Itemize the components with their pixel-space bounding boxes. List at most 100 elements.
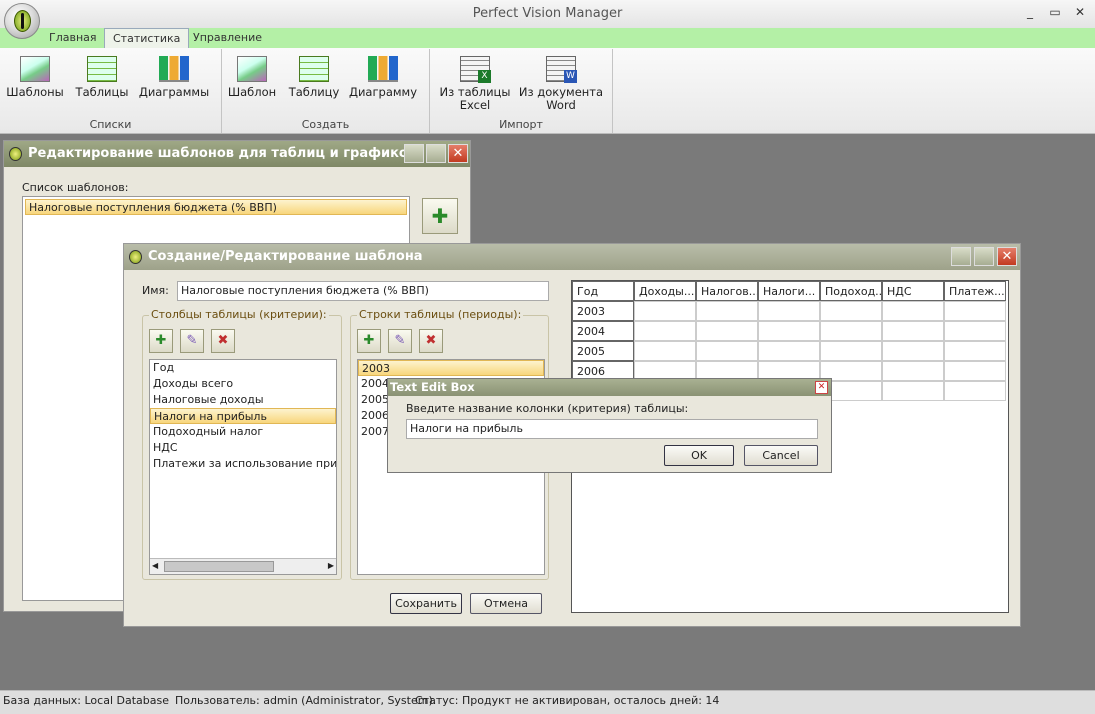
tab-management[interactable]: Управление bbox=[185, 28, 270, 48]
grid-row-header[interactable]: 2004 bbox=[572, 321, 634, 341]
grid-cell[interactable] bbox=[820, 301, 882, 321]
tab-statistics[interactable]: Статистика bbox=[104, 28, 190, 48]
name-label: Имя: bbox=[142, 284, 169, 297]
prompt-label: Введите название колонки (критерия) табл… bbox=[406, 402, 689, 415]
create-table-button[interactable]: Таблицу bbox=[285, 56, 343, 99]
columns-group: Столбцы таблицы (критерии): ✚ ✎ ✖ Год Дох… bbox=[142, 308, 342, 580]
bar-chart-icon bbox=[159, 56, 189, 82]
horizontal-scrollbar[interactable]: ◀ ▶ bbox=[150, 558, 336, 574]
word-icon bbox=[546, 56, 577, 83]
save-button[interactable]: Сохранить bbox=[390, 593, 462, 614]
columns-list[interactable]: Год Доходы всего Налоговые доходы Налоги на… bbox=[149, 359, 337, 575]
minimize-icon[interactable]: _ bbox=[1021, 4, 1039, 20]
close-icon[interactable]: ✕ bbox=[448, 144, 468, 163]
dialog-title: Создание/Редактирование шаблона bbox=[124, 244, 1020, 270]
excel-icon bbox=[460, 56, 491, 83]
close-icon[interactable]: ✕ bbox=[815, 381, 828, 394]
close-icon[interactable]: ✕ bbox=[997, 247, 1017, 266]
close-icon[interactable]: ✕ bbox=[1071, 4, 1089, 20]
list-item[interactable]: Платежи за использование природн bbox=[150, 456, 336, 472]
grid-cell[interactable] bbox=[758, 301, 820, 321]
grid-row-header[interactable]: 2005 bbox=[572, 341, 634, 361]
table-icon bbox=[87, 56, 117, 82]
delete-row-icon[interactable]: ✖ bbox=[419, 329, 443, 353]
list-item[interactable]: Год bbox=[150, 360, 336, 376]
grid-cell[interactable] bbox=[696, 321, 758, 341]
edit-row-icon[interactable]: ✎ bbox=[388, 329, 412, 353]
delete-column-icon[interactable]: ✖ bbox=[211, 329, 235, 353]
tab-home[interactable]: Главная bbox=[41, 28, 105, 48]
grid-header-cell[interactable]: Платеж... bbox=[944, 281, 1006, 301]
grid-cell[interactable] bbox=[634, 321, 696, 341]
create-diagram-button[interactable]: Диаграмму bbox=[348, 56, 418, 99]
add-column-icon[interactable]: ✚ bbox=[149, 329, 173, 353]
status-state: Статус: Продукт не активирован, осталось… bbox=[415, 694, 720, 707]
grid-header-cell[interactable]: Налоги... bbox=[758, 281, 820, 301]
grid-cell[interactable] bbox=[696, 301, 758, 321]
tables-button[interactable]: Таблицы bbox=[72, 56, 132, 99]
list-item[interactable]: НДС bbox=[150, 440, 336, 456]
grid-header-cell[interactable]: Налогов... bbox=[696, 281, 758, 301]
grid-cell[interactable] bbox=[882, 361, 944, 381]
grid-cell[interactable] bbox=[820, 321, 882, 341]
import-excel-button[interactable]: Из таблицы Excel bbox=[435, 56, 515, 112]
columns-legend: Столбцы таблицы (критерии): bbox=[149, 308, 329, 321]
scroll-right-icon[interactable]: ▶ bbox=[328, 561, 334, 570]
text-edit-box: Text Edit Box ✕ Введите название колонки… bbox=[387, 378, 832, 473]
grid-cell[interactable] bbox=[882, 341, 944, 361]
grid-cell[interactable] bbox=[696, 341, 758, 361]
list-item[interactable]: Налоговые доходы bbox=[150, 392, 336, 408]
add-template-icon[interactable]: ✚ bbox=[422, 198, 458, 234]
diagrams-button[interactable]: Диаграммы bbox=[138, 56, 210, 99]
grid-header-cell[interactable]: НДС bbox=[882, 281, 944, 301]
list-item[interactable]: Налоговые поступления бюджета (% ВВП) bbox=[25, 199, 407, 215]
list-item[interactable]: Доходы всего bbox=[150, 376, 336, 392]
grid-cell[interactable] bbox=[758, 321, 820, 341]
grid-cell[interactable] bbox=[944, 321, 1006, 341]
rows-legend: Строки таблицы (периоды): bbox=[357, 308, 524, 321]
grid-cell[interactable] bbox=[882, 321, 944, 341]
minimize-icon[interactable] bbox=[951, 247, 971, 266]
dialog-title: Редактирование шаблонов для таблиц и гра… bbox=[4, 141, 470, 167]
cancel-button[interactable]: Cancel bbox=[744, 445, 818, 466]
grid-cell[interactable] bbox=[634, 341, 696, 361]
column-name-input[interactable]: Налоги на прибыль bbox=[406, 419, 818, 439]
grid-header-cell[interactable]: Доходы... bbox=[634, 281, 696, 301]
maximize-icon[interactable]: ▭ bbox=[1046, 4, 1064, 20]
name-input[interactable]: Налоговые поступления бюджета (% ВВП) bbox=[177, 281, 549, 301]
scroll-left-icon[interactable]: ◀ bbox=[152, 561, 158, 570]
list-item[interactable]: Подоходный налог bbox=[150, 424, 336, 440]
list-item[interactable]: Налоги на прибыль bbox=[150, 408, 336, 424]
minimize-icon[interactable] bbox=[404, 144, 424, 163]
grid-cell[interactable] bbox=[944, 341, 1006, 361]
window-title: Perfect Vision Manager bbox=[472, 6, 623, 21]
templates-chart-icon bbox=[20, 56, 50, 82]
templates-button[interactable]: Шаблоны bbox=[6, 56, 64, 99]
add-row-icon[interactable]: ✚ bbox=[357, 329, 381, 353]
grid-header-cell[interactable]: Год bbox=[572, 281, 634, 301]
text-edit-box-title: Text Edit Box bbox=[388, 379, 831, 396]
grid-cell[interactable] bbox=[758, 341, 820, 361]
import-word-button[interactable]: Из документа Word bbox=[517, 56, 605, 112]
app-logo-icon bbox=[9, 147, 22, 161]
grid-row-header[interactable]: 2003 bbox=[572, 301, 634, 321]
ok-button[interactable]: OK bbox=[664, 445, 734, 466]
template-chart-icon bbox=[237, 56, 267, 82]
grid-cell[interactable] bbox=[882, 381, 944, 401]
edit-column-icon[interactable]: ✎ bbox=[180, 329, 204, 353]
app-logo-icon[interactable] bbox=[4, 3, 40, 39]
cancel-button[interactable]: Отмена bbox=[470, 593, 542, 614]
grid-cell[interactable] bbox=[944, 361, 1006, 381]
scrollbar-thumb[interactable] bbox=[164, 561, 274, 572]
grid-cell[interactable] bbox=[634, 301, 696, 321]
grid-cell[interactable] bbox=[944, 381, 1006, 401]
maximize-icon[interactable] bbox=[426, 144, 446, 163]
grid-cell[interactable] bbox=[882, 301, 944, 321]
grid-header-cell[interactable]: Подоход... bbox=[820, 281, 882, 301]
create-template-button[interactable]: Шаблон bbox=[227, 56, 277, 99]
grid-cell[interactable] bbox=[944, 301, 1006, 321]
app-logo-icon bbox=[129, 250, 142, 264]
grid-cell[interactable] bbox=[820, 341, 882, 361]
list-item[interactable]: 2003 bbox=[358, 360, 544, 376]
maximize-icon[interactable] bbox=[974, 247, 994, 266]
